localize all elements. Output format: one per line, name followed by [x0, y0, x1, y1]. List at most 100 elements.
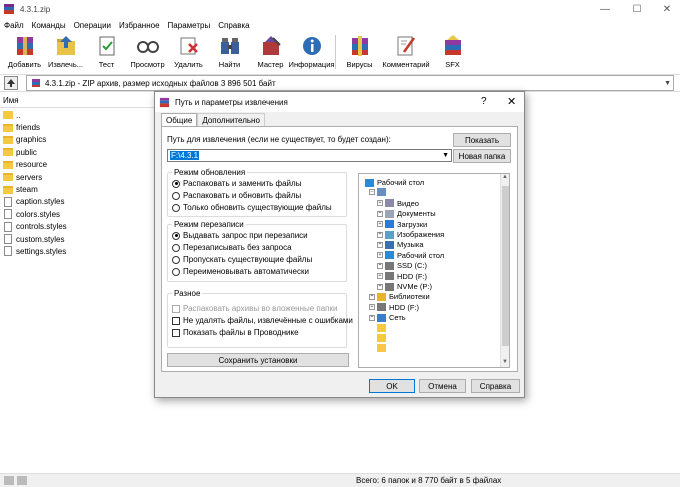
radio-extract-update[interactable]: Распаковать и обновить файлы [172, 191, 301, 200]
close-button[interactable]: ✕ [652, 0, 680, 18]
minimize-button[interactable]: — [590, 0, 620, 18]
view-button[interactable]: Просмотр [127, 32, 168, 72]
expand-icon[interactable]: + [377, 210, 383, 217]
maximize-button[interactable]: ☐ [622, 0, 652, 18]
list-item[interactable]: graphics [0, 134, 155, 146]
list-item[interactable]: colors.styles [0, 208, 155, 220]
extract-button[interactable]: Извлечь... [45, 32, 86, 72]
expand-icon[interactable]: + [377, 262, 383, 269]
tree-scrollbar[interactable]: ▲ ▼ [500, 174, 509, 367]
new-folder-button[interactable]: Новая папка [453, 149, 511, 163]
key-icon[interactable] [17, 476, 27, 485]
tree-node-label: Рабочий стол [397, 250, 445, 260]
file-icon [4, 221, 12, 232]
radio-extract-replace[interactable]: Распаковать и заменить файлы [172, 179, 301, 188]
tree-node[interactable] [369, 323, 389, 332]
expand-icon[interactable]: + [377, 273, 383, 280]
help-icon[interactable]: ? [481, 96, 487, 107]
menu-commands[interactable]: Команды [28, 21, 70, 30]
help-button[interactable]: Справка [471, 379, 520, 393]
delete-button[interactable]: Удалить [168, 32, 209, 72]
info-button[interactable]: Информация [289, 32, 334, 72]
radio-ask-overwrite[interactable]: Выдавать запрос при перезаписи [172, 231, 308, 240]
list-item[interactable]: controls.styles [0, 221, 155, 233]
save-settings-button[interactable]: Сохранить установки [167, 353, 349, 367]
tree-node[interactable]: + SSD (C:) [377, 261, 427, 270]
tree-node[interactable]: + Рабочий стол [377, 251, 444, 260]
list-item[interactable]: resource [0, 159, 155, 171]
virus-scan-button[interactable]: Вирусы [339, 32, 380, 72]
tree-node[interactable]: + NVMe (P:) [377, 282, 432, 291]
menu-options[interactable]: Параметры [164, 21, 215, 30]
tree-node[interactable]: + Сеть [369, 313, 406, 322]
radio-overwrite-without-prompt[interactable]: Перезаписывать без запроса [172, 243, 292, 252]
list-item[interactable]: custom.styles [0, 233, 155, 245]
tree-node[interactable]: + Загрузки [377, 220, 427, 229]
menu-favorites[interactable]: Избранное [115, 21, 164, 30]
cancel-button[interactable]: Отмена [419, 379, 466, 393]
dialog-close-icon[interactable]: ✕ [507, 95, 516, 108]
menu-help[interactable]: Справка [214, 21, 253, 30]
list-item[interactable]: .. [0, 109, 155, 121]
test-button[interactable]: Тест [86, 32, 127, 72]
extract-path-input[interactable]: F:\4.3.1 ▼ [167, 149, 452, 162]
expand-icon[interactable]: + [377, 231, 383, 238]
tree-node[interactable]: + Музыка [377, 240, 424, 249]
scrollbar-thumb[interactable] [502, 186, 509, 346]
tab-general[interactable]: Общие [161, 113, 198, 127]
folder-tree[interactable]: Рабочий стол – + Видео + Документы + Загрузки + И… [358, 173, 510, 368]
sfx-button[interactable]: SFX [432, 32, 473, 72]
tree-node[interactable]: + Видео [377, 199, 419, 208]
scroll-down-icon[interactable]: ▼ [502, 359, 508, 365]
ok-button[interactable]: OK [369, 379, 415, 393]
tree-node[interactable] [369, 334, 389, 342]
collapse-icon[interactable]: – [369, 189, 375, 196]
list-item[interactable]: public [0, 146, 155, 158]
menu-file[interactable]: Файл [0, 21, 28, 30]
radio-rename-auto[interactable]: Переименовывать автоматически [172, 267, 309, 276]
tree-node-label: Рабочий стол [377, 178, 425, 187]
menu-operations[interactable]: Операции [70, 21, 115, 30]
list-item[interactable]: caption.styles [0, 196, 155, 208]
expand-icon[interactable]: + [369, 304, 375, 311]
archive-path-box[interactable]: 4.3.1.zip - ZIP архив, размер исходных ф… [26, 75, 674, 91]
tree-node[interactable]: + HDD (F:) [369, 303, 419, 312]
chevron-down-icon[interactable]: ▼ [442, 152, 449, 159]
radio-skip-existing[interactable]: Пропускать существующие файлы [172, 255, 312, 264]
add-button[interactable]: Добавить [4, 32, 45, 72]
expand-icon[interactable]: + [377, 283, 383, 290]
checkbox-show-in-explorer[interactable]: Показать файлы в Проводнике [172, 328, 299, 337]
tree-node[interactable]: + HDD (F:) [377, 272, 427, 281]
expand-icon[interactable]: + [377, 241, 383, 248]
tree-node[interactable]: – [369, 188, 389, 197]
column-header-name[interactable]: Имя [0, 94, 155, 108]
up-folder-button[interactable] [4, 76, 18, 90]
list-item[interactable]: steam [0, 183, 155, 195]
show-button[interactable]: Показать [453, 133, 511, 147]
expand-icon[interactable]: + [369, 293, 375, 300]
tree-node[interactable] [369, 344, 389, 353]
drive-icon [385, 282, 394, 291]
tree-node[interactable]: + Документы [377, 209, 436, 218]
list-item[interactable]: settings.styles [0, 245, 155, 257]
tree-node[interactable]: + Библиотеки [369, 292, 430, 301]
expand-icon[interactable]: + [377, 200, 383, 207]
radio-fresh-existing[interactable]: Только обновить существующие файлы [172, 203, 332, 212]
wizard-button[interactable]: Мастер [250, 32, 291, 72]
list-item[interactable]: friends [0, 121, 155, 133]
tree-node[interactable]: Рабочий стол [365, 178, 424, 187]
scroll-up-icon[interactable]: ▲ [502, 174, 508, 180]
checkbox-extract-subfolders[interactable]: Распаковать архивы во вложенные папки [172, 304, 337, 313]
tree-node[interactable]: + Изображения [377, 230, 444, 239]
comment-button[interactable]: Комментарий [380, 32, 432, 72]
checkbox-keep-broken-files[interactable]: Не удалять файлы, извлечённые с ошибками [172, 316, 353, 325]
find-button[interactable]: Найти [209, 32, 250, 72]
tab-advanced[interactable]: Дополнительно [197, 113, 265, 126]
chevron-down-icon[interactable]: ▼ [664, 80, 671, 87]
list-item[interactable]: servers [0, 171, 155, 183]
expand-icon[interactable]: + [377, 221, 383, 228]
expand-icon[interactable]: + [369, 314, 375, 321]
expand-icon[interactable]: + [377, 252, 383, 259]
parent-folder-icon [3, 111, 13, 120]
drive-icon[interactable] [4, 476, 14, 485]
